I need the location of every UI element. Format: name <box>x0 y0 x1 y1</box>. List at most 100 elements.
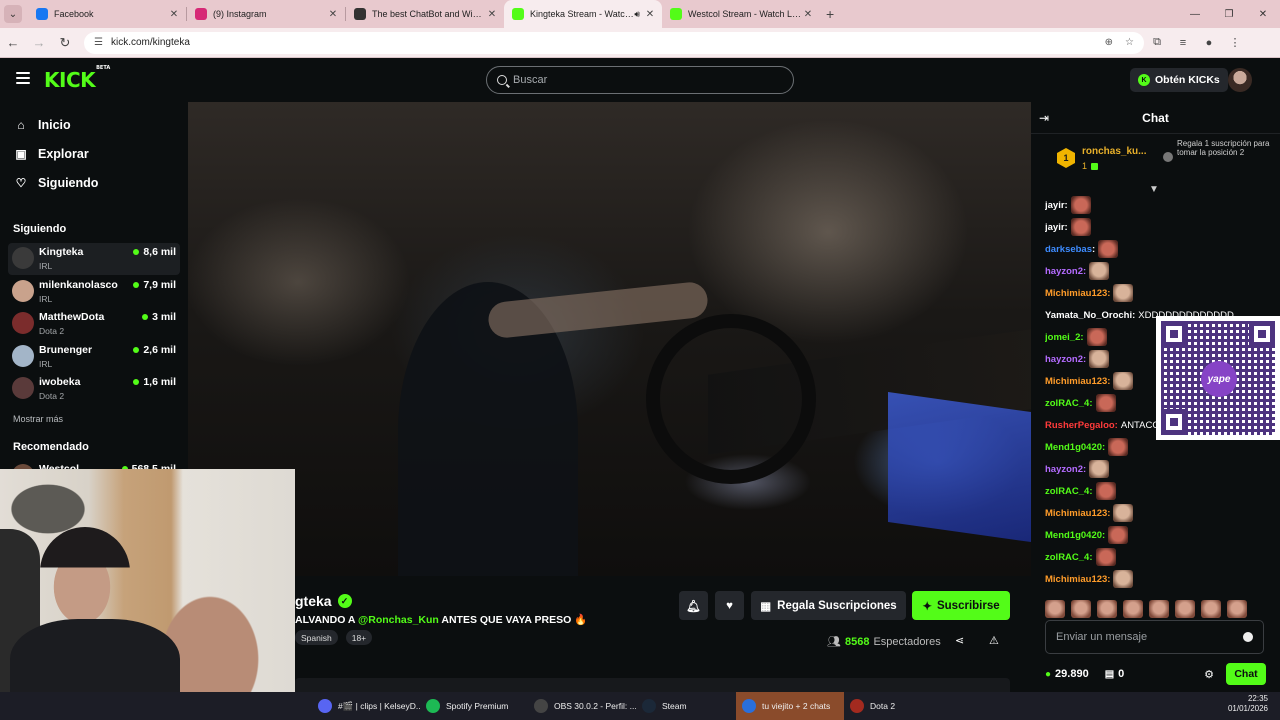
extensions-icon[interactable]: ⧉ <box>1144 36 1170 49</box>
bookmark-star-icon[interactable]: ☆ <box>1125 37 1134 48</box>
taskbar-item[interactable]: Dota 2 <box>844 692 936 720</box>
profile-icon[interactable]: ● <box>1196 37 1222 49</box>
user-avatar[interactable] <box>1228 68 1252 92</box>
chat-username[interactable]: hayzon2: <box>1045 266 1086 277</box>
close-window-button[interactable]: ✕ <box>1246 0 1280 28</box>
emote-button[interactable] <box>1149 600 1169 618</box>
chat-username[interactable]: jomei_2: <box>1045 332 1084 343</box>
chat-username[interactable]: RusherPegaloo: <box>1045 420 1118 431</box>
emote-image[interactable] <box>1113 504 1134 522</box>
url-bar[interactable]: ☰ kick.com/kingteka ⊕ ☆ <box>84 31 1144 54</box>
chat-username[interactable]: zolRAC_4: <box>1045 552 1093 563</box>
emote-button[interactable] <box>1227 600 1247 618</box>
chat-username[interactable]: Yamata_No_Orochi: <box>1045 310 1135 321</box>
kick-logo[interactable]: KICKBETA <box>44 65 110 92</box>
chat-username[interactable]: Michimiau123: <box>1045 376 1110 387</box>
show-more-link[interactable]: Mostrar más <box>13 414 63 424</box>
chat-username[interactable]: hayzon2: <box>1045 354 1086 365</box>
emote-image[interactable] <box>1089 350 1110 368</box>
taskbar-item[interactable]: OBS 30.0.2 - Perfil: ... <box>528 692 636 720</box>
system-clock[interactable]: 22:35 01/01/2026 <box>1228 694 1268 714</box>
chat-username[interactable]: Mend1g0420: <box>1045 530 1105 541</box>
chat-username[interactable]: darksebas <box>1045 244 1092 255</box>
chat-username[interactable]: jayir: <box>1045 222 1068 233</box>
chat-username[interactable]: Mend1g0420: <box>1045 442 1105 453</box>
chat-username[interactable]: jayir: <box>1045 200 1068 211</box>
close-tab-icon[interactable]: ✕ <box>168 9 180 20</box>
browser-tab[interactable]: (9) Instagram ✕ <box>187 0 345 28</box>
audio-playing-icon[interactable]: 🔊︎ <box>634 9 640 20</box>
tab-search-button[interactable]: ⌄ <box>4 5 22 23</box>
browser-menu-icon[interactable]: ⋮ <box>1222 36 1248 49</box>
emote-image[interactable] <box>1113 372 1134 390</box>
mention-link[interactable]: @Ronchas_Kun <box>358 614 439 626</box>
sidebar-item-matthewdota[interactable]: MatthewDota Dota 23 mil <box>8 308 180 340</box>
chat-username[interactable]: Michimiau123: <box>1045 574 1110 585</box>
get-kicks-button[interactable]: K Obtén KICKs <box>1130 68 1228 92</box>
emote-button[interactable] <box>1045 600 1065 618</box>
tag-mature[interactable]: 18+ <box>345 630 373 645</box>
emote-image[interactable] <box>1113 570 1134 588</box>
emote-image[interactable] <box>1108 526 1129 544</box>
leader-username[interactable]: ronchas_ku... <box>1082 146 1146 157</box>
chat-input-box[interactable] <box>1045 620 1264 654</box>
reload-button[interactable]: ↻ <box>52 35 78 51</box>
gifts-count[interactable]: ▤ 0 <box>1105 668 1125 680</box>
emote-image[interactable] <box>1113 284 1134 302</box>
maximize-button[interactable]: ❐ <box>1212 0 1246 28</box>
sidebar-item-brunenger[interactable]: Brunenger IRL 2,6 mil <box>8 341 180 373</box>
emote-image[interactable] <box>1098 240 1119 258</box>
forward-button[interactable]: → <box>26 35 52 50</box>
taskbar-item[interactable]: tu viejito + 2 chats <box>736 692 844 720</box>
gift-subscriptions-button[interactable]: ▦ Regala Suscripciones <box>751 591 906 620</box>
minimize-button[interactable]: — <box>1178 0 1212 28</box>
sidebar-nav-explorar[interactable]: ▣ Explorar <box>14 147 88 161</box>
browser-tab[interactable]: Westcol Stream - Watch Live o ✕ <box>662 0 820 28</box>
sidebar-item-kingteka[interactable]: Kingteka IRL 8,6 mil <box>8 243 180 275</box>
emote-button[interactable] <box>1123 600 1143 618</box>
share-icon[interactable]: ⋖ <box>955 634 964 647</box>
chat-username[interactable]: zolRAC_4: <box>1045 398 1093 409</box>
emote-button[interactable] <box>1071 600 1091 618</box>
emote-image[interactable] <box>1089 460 1110 478</box>
sidebar-nav-inicio[interactable]: ⌂ Inicio <box>14 118 70 132</box>
emote-button[interactable] <box>1175 600 1195 618</box>
chat-send-button[interactable]: Chat <box>1226 663 1266 685</box>
emote-image[interactable] <box>1086 328 1107 346</box>
emote-image[interactable] <box>1108 438 1129 456</box>
close-tab-icon[interactable]: ✕ <box>802 9 814 20</box>
subscribe-button[interactable]: ✦ Suscribirse <box>912 591 1010 620</box>
sidebar-item-milenkanolasco[interactable]: milenkanolasco IRL 7,9 mil <box>8 276 180 308</box>
streamer-name[interactable]: gteka ✓ <box>295 593 352 609</box>
gift-prompt[interactable]: Regala 1 suscripción para tomar la posic… <box>1177 139 1273 158</box>
taskbar-item[interactable]: Spotify Premium <box>420 692 528 720</box>
browser-tab[interactable]: Kingteka Stream - Watch Li 🔊︎ ✕ <box>504 0 662 28</box>
menu-icon[interactable] <box>16 72 30 84</box>
close-tab-icon[interactable]: ✕ <box>644 9 656 20</box>
chat-message-input[interactable] <box>1056 631 1243 643</box>
tag-language[interactable]: Spanish <box>295 630 338 645</box>
media-control-icon[interactable]: ≡ <box>1170 37 1196 49</box>
follow-button[interactable]: ♥ <box>715 591 744 620</box>
new-tab-button[interactable]: + <box>826 6 834 22</box>
notifications-button[interactable]: 🔔︎ <box>679 591 708 620</box>
close-tab-icon[interactable]: ✕ <box>327 9 339 20</box>
chat-username[interactable]: Michimiau123: <box>1045 288 1110 299</box>
back-button[interactable]: ← <box>0 35 26 50</box>
chat-username[interactable]: zolRAC_4: <box>1045 486 1093 497</box>
emote-image[interactable] <box>1089 262 1110 280</box>
browser-tab[interactable]: Facebook ✕ <box>28 0 186 28</box>
channel-points[interactable]: ● 29.890 <box>1045 668 1089 680</box>
report-icon[interactable]: ⚠ <box>989 634 999 647</box>
chat-username[interactable]: hayzon2: <box>1045 464 1086 475</box>
close-tab-icon[interactable]: ✕ <box>486 9 498 20</box>
emote-button[interactable] <box>1097 600 1117 618</box>
sidebar-item-iwobeka[interactable]: iwobeka Dota 2 1,6 mil <box>8 373 180 405</box>
emote-image[interactable] <box>1095 394 1116 412</box>
taskbar-item[interactable]: #🎬 | clips | KelseyD... <box>312 692 420 720</box>
browser-tab[interactable]: The best ChatBot and Widgets ✕ <box>346 0 504 28</box>
video-player[interactable] <box>188 102 1031 576</box>
zoom-icon[interactable]: ⊕ <box>1105 37 1113 48</box>
emote-image[interactable] <box>1095 482 1116 500</box>
search-input[interactable] <box>513 74 773 86</box>
